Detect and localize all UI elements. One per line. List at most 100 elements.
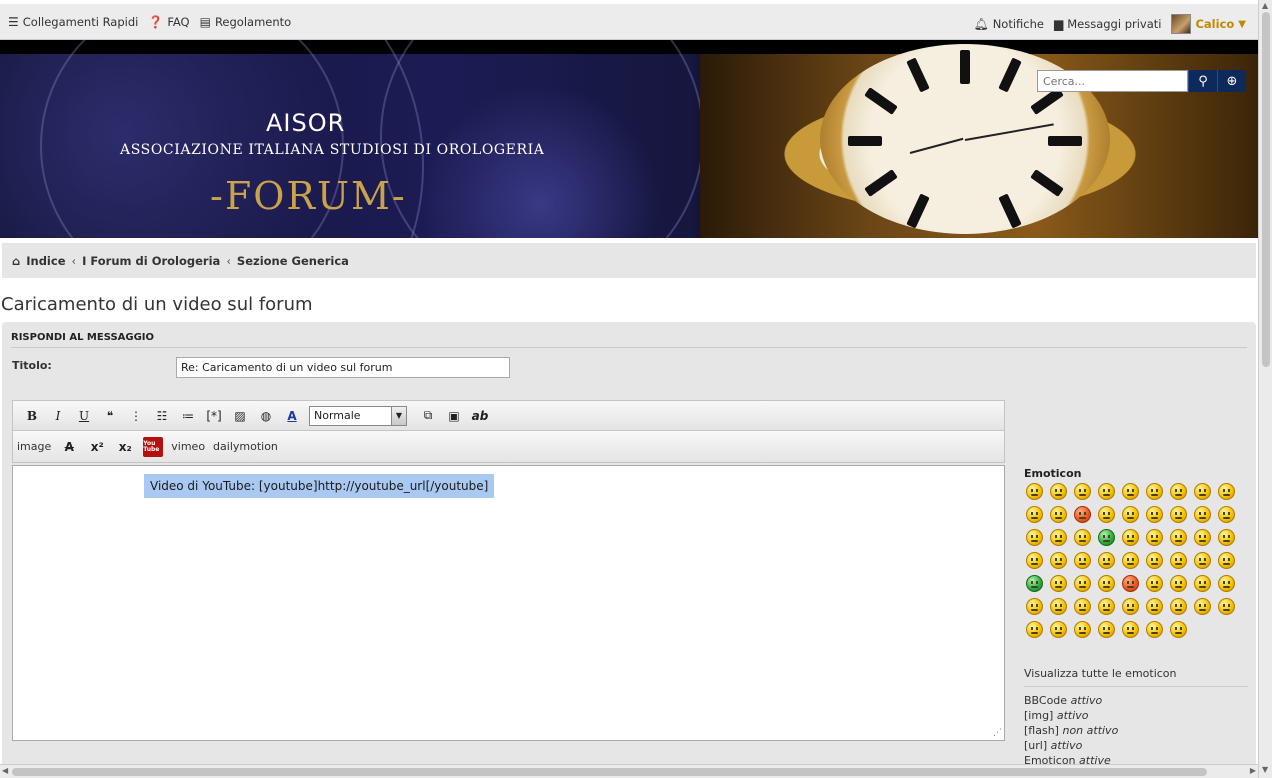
faq-link[interactable]: ❓ FAQ [148, 15, 189, 29]
smiley-icon[interactable] [1218, 506, 1235, 523]
page-title[interactable]: Caricamento di un video sul forum [1, 294, 313, 315]
message-editor[interactable]: Video di YouTube: [youtube]http://youtub… [12, 465, 1005, 741]
smiley-icon[interactable] [1194, 529, 1211, 546]
quick-links-menu[interactable]: ☰ Collegamenti Rapidi [8, 15, 138, 29]
smiley-icon[interactable] [1170, 483, 1187, 500]
home-icon[interactable]: ⌂ [12, 254, 20, 268]
smiley-icon[interactable] [1122, 552, 1139, 569]
smiley-icon[interactable] [1098, 598, 1115, 615]
search-button[interactable]: ⚲ [1188, 70, 1217, 92]
subscript-button[interactable]: x₂ [115, 436, 135, 458]
scroll-left-icon[interactable]: ◀ [2, 766, 8, 775]
smiley-icon[interactable] [1050, 506, 1067, 523]
smiley-icon[interactable] [1122, 529, 1139, 546]
smiley-icon[interactable] [1098, 621, 1115, 638]
vertical-scrollbar[interactable]: ▲ ▼ [1258, 0, 1272, 778]
private-messages-link[interactable]: ▆ Messaggi privati [1054, 17, 1162, 31]
smiley-icon[interactable] [1050, 529, 1067, 546]
smiley-icon[interactable] [1194, 506, 1211, 523]
vertical-scroll-thumb[interactable] [1262, 12, 1270, 367]
smiley-icon[interactable] [1098, 552, 1115, 569]
italic-button[interactable]: I [45, 405, 71, 427]
image-tag-button[interactable]: image [17, 440, 51, 453]
smiley-icon[interactable] [1194, 598, 1211, 615]
smiley-icon[interactable] [1098, 483, 1115, 500]
resize-handle-icon[interactable]: ⋰ [993, 728, 1002, 738]
smiley-icon[interactable] [1146, 575, 1163, 592]
youtube-button[interactable]: You Tube [143, 436, 164, 457]
vimeo-button[interactable]: vimeo [171, 440, 205, 453]
breadcrumb-section[interactable]: Sezione Generica [237, 254, 349, 268]
smiley-icon[interactable] [1146, 598, 1163, 615]
bullet-list-button[interactable]: ☷ [149, 405, 175, 427]
dailymotion-button[interactable]: dailymotion [213, 440, 278, 453]
smiley-icon[interactable] [1146, 552, 1163, 569]
smiley-icon[interactable] [1170, 621, 1187, 638]
subject-input[interactable]: Re: Caricamento di un video sul forum [176, 357, 510, 378]
smiley-icon[interactable] [1218, 575, 1235, 592]
smiley-icon[interactable] [1122, 621, 1139, 638]
strikethrough-button[interactable]: A [59, 436, 79, 458]
insert-image-button[interactable]: ▨ [227, 405, 253, 427]
font-size-select[interactable]: Normale ▼ [309, 405, 407, 426]
smiley-icon[interactable] [1026, 575, 1043, 592]
smiley-icon[interactable] [1074, 598, 1091, 615]
horizontal-scroll-thumb[interactable] [12, 768, 1207, 776]
user-menu[interactable]: Calico ▼ [1171, 14, 1246, 34]
rules-link[interactable]: ▤ Regolamento [200, 15, 292, 29]
smiley-icon[interactable] [1194, 552, 1211, 569]
smiley-icon[interactable] [1122, 575, 1139, 592]
breadcrumb-home[interactable]: Indice [26, 254, 65, 268]
smiley-icon[interactable] [1026, 552, 1043, 569]
numbered-list-button[interactable]: ≔ [175, 405, 201, 427]
underline-button[interactable]: U [71, 405, 97, 427]
scroll-up-icon[interactable]: ▲ [1262, 1, 1268, 10]
smiley-icon[interactable] [1074, 529, 1091, 546]
smiley-icon[interactable] [1026, 529, 1043, 546]
smiley-icon[interactable] [1218, 529, 1235, 546]
copy-button[interactable]: ⧉ [415, 405, 441, 427]
scroll-right-icon[interactable]: ▶ [1250, 766, 1256, 775]
superscript-button[interactable]: x² [87, 436, 107, 458]
smiley-icon[interactable] [1218, 483, 1235, 500]
show-all-emoticons-link[interactable]: Visualizza tutte le emoticon [1024, 667, 1177, 680]
list-item-button[interactable]: [*] [201, 405, 227, 427]
smiley-icon[interactable] [1170, 598, 1187, 615]
notifications-link[interactable]: 🔔︎ Notifiche [973, 17, 1044, 31]
smiley-icon[interactable] [1218, 598, 1235, 615]
paste-button[interactable]: ▣ [441, 405, 467, 427]
smiley-icon[interactable] [1050, 575, 1067, 592]
smiley-icon[interactable] [1074, 621, 1091, 638]
horizontal-scrollbar[interactable]: ◀ ▶ [0, 764, 1258, 778]
bold-button[interactable]: B [19, 405, 45, 427]
smiley-icon[interactable] [1122, 506, 1139, 523]
smiley-icon[interactable] [1218, 552, 1235, 569]
font-color-button[interactable]: A [279, 405, 305, 427]
smiley-icon[interactable] [1074, 483, 1091, 500]
smiley-icon[interactable] [1026, 506, 1043, 523]
smiley-icon[interactable] [1122, 598, 1139, 615]
advanced-search-button[interactable]: ⊕ [1217, 70, 1246, 92]
smiley-icon[interactable] [1074, 506, 1091, 523]
smiley-icon[interactable] [1146, 529, 1163, 546]
smiley-icon[interactable] [1146, 621, 1163, 638]
smiley-icon[interactable] [1098, 575, 1115, 592]
smiley-icon[interactable] [1026, 483, 1043, 500]
smiley-icon[interactable] [1170, 575, 1187, 592]
smiley-icon[interactable] [1122, 483, 1139, 500]
smiley-icon[interactable] [1194, 483, 1211, 500]
code-button[interactable]: ⋮ [123, 405, 149, 427]
quote-button[interactable]: ❝ [97, 405, 123, 427]
smiley-icon[interactable] [1050, 598, 1067, 615]
find-replace-button[interactable]: ab [467, 405, 493, 427]
smiley-icon[interactable] [1146, 483, 1163, 500]
smiley-icon[interactable] [1146, 506, 1163, 523]
breadcrumb-forums[interactable]: I Forum di Orologeria [82, 254, 220, 268]
smiley-icon[interactable] [1050, 483, 1067, 500]
smiley-icon[interactable] [1074, 575, 1091, 592]
smiley-icon[interactable] [1026, 621, 1043, 638]
smiley-icon[interactable] [1194, 575, 1211, 592]
smiley-icon[interactable] [1050, 621, 1067, 638]
smiley-icon[interactable] [1074, 552, 1091, 569]
smiley-icon[interactable] [1026, 598, 1043, 615]
